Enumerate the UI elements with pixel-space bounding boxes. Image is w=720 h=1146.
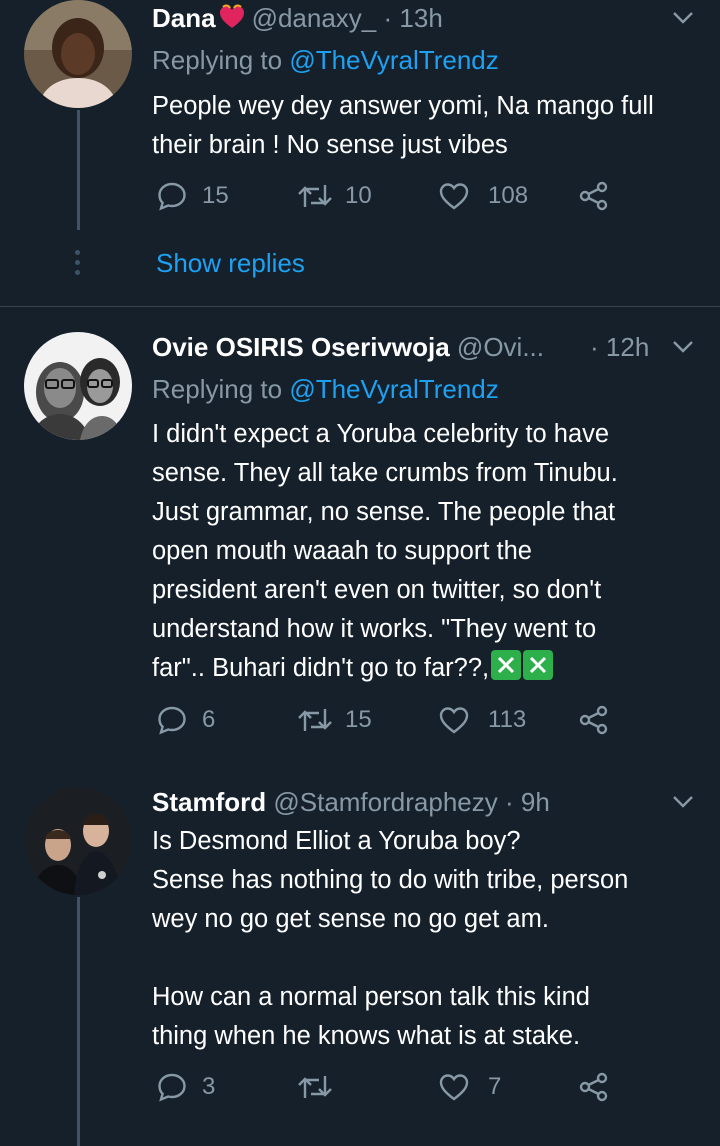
text-line: Sense has nothing to do with tribe, pers… [152,866,629,894]
tweet-header: Stamford @Stamfordraphezy · 9h [152,786,550,818]
avatar[interactable] [24,0,132,108]
retweet-icon [297,180,333,212]
reply-count: 6 [202,706,216,733]
handle[interactable]: @Ovi... [457,332,544,362]
heart-icon [438,180,470,212]
retweet-button[interactable]: 15 [297,704,372,736]
timestamp[interactable]: 12h [606,332,649,362]
text-line: How can a normal person talk this kind [152,983,590,1011]
retweet-count: 15 [345,706,372,733]
separator-dot: · [383,3,393,33]
thread-ellipsis [73,250,80,280]
separator-dot: · [590,332,599,362]
text-line-last: far".. Buhari didn't go to far??, [152,649,692,688]
handle[interactable]: @danaxy_ [252,3,377,33]
retweet-count: 10 [345,182,372,209]
text-line: thing when he knows what is at stake. [152,1022,581,1050]
display-name[interactable]: Dana [152,3,216,33]
display-name[interactable]: Ovie OSIRIS Oserivwoja [152,332,450,362]
red-heart-emoji [218,3,246,38]
like-count: 7 [488,1073,502,1100]
tweet-text: I didn't expect a Yoruba celebrity to ha… [152,415,692,688]
retweet-icon [297,704,333,736]
reply-count: 3 [202,1073,216,1100]
tweet-ovie[interactable]: Ovie OSIRIS Oserivwoja @Ovi... · 12h Rep… [0,307,720,765]
like-button[interactable]: 7 [438,1071,501,1103]
like-count: 108 [488,182,529,209]
chevron-down-icon[interactable] [672,790,694,812]
like-button[interactable]: 108 [438,180,528,212]
cross-mark-button-emoji [523,650,554,680]
tweet-stamford[interactable]: Stamford @Stamfordraphezy · 9h Is Desmon… [0,765,720,1146]
thread-line [77,897,80,1146]
share-icon [578,704,610,736]
show-replies-link[interactable]: Show replies [156,248,305,279]
reply-button[interactable]: 6 [156,704,215,736]
retweet-button[interactable]: 10 [297,180,372,212]
text-line: far".. Buhari didn't go to far??, [152,654,490,682]
heart-icon [438,1071,470,1103]
reply-icon [156,1071,188,1103]
replying-to: Replying to @TheVyralTrendz [152,44,499,76]
retweet-icon [297,1071,333,1103]
cross-mark-button-emoji [491,650,522,680]
text-line: Is Desmond Elliot a Yoruba boy? [152,827,521,855]
text-line: sense. They all take crumbs from Tinubu. [152,459,618,487]
text-line: I didn't expect a Yoruba celebrity to ha… [152,420,610,448]
text-line [152,939,692,978]
mention-link[interactable]: @TheVyralTrendz [289,374,498,404]
replying-to: Replying to @TheVyralTrendz [152,373,499,405]
tweet-text: People wey dey answer yomi, Na mango ful… [152,92,654,159]
share-button[interactable] [578,704,610,736]
replying-label: Replying to [152,374,283,404]
thread-line [77,110,80,230]
share-icon [578,1071,610,1103]
text-line: open mouth waaah to support the [152,537,532,565]
tweet-time: · 12h [590,331,649,363]
retweet-button[interactable] [297,1071,347,1103]
reply-count: 15 [202,182,229,209]
text-line: understand how it works. "They went to [152,615,597,643]
reply-button[interactable]: 15 [156,180,229,212]
chevron-down-icon[interactable] [672,335,694,357]
text-line: Just grammar, no sense. The people that [152,498,616,526]
replying-label: Replying to [152,45,283,75]
like-button[interactable]: 113 [438,704,526,736]
avatar[interactable] [24,787,132,895]
heart-icon [438,704,470,736]
tweet-dana[interactable]: Dana @danaxy_ · 13h Replying to @TheVyra… [0,0,720,306]
reply-button[interactable]: 3 [156,1071,215,1103]
chevron-down-icon[interactable] [672,6,694,28]
tweet-text: Is Desmond Elliot a Yoruba boy? Sense ha… [152,822,692,1056]
timestamp[interactable]: 13h [399,3,442,33]
like-count: 113 [488,706,527,733]
timestamp[interactable]: 9h [521,787,550,817]
share-button[interactable] [578,1071,610,1103]
tweet-header: Ovie OSIRIS Oserivwoja @Ovi... [152,331,544,363]
reply-icon [156,180,188,212]
mention-link[interactable]: @TheVyralTrendz [289,45,498,75]
tweet-header: Dana @danaxy_ · 13h [152,2,443,38]
text-line: president aren't even on twitter, so don… [152,576,602,604]
avatar[interactable] [24,332,132,440]
reply-icon [156,704,188,736]
share-icon [578,180,610,212]
separator-dot: · [504,787,514,817]
share-button[interactable] [578,180,610,212]
text-line: wey no go get sense no go get am. [152,905,549,933]
handle[interactable]: @Stamfordraphezy [273,787,497,817]
display-name[interactable]: Stamford [152,787,266,817]
